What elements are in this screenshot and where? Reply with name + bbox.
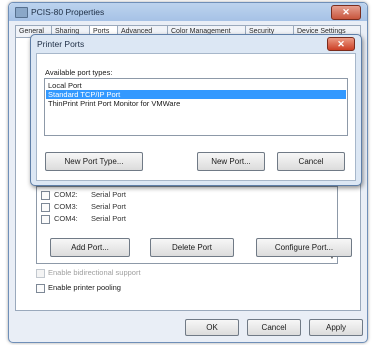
printer-icon (15, 7, 28, 18)
port-checkbox[interactable] (41, 215, 50, 224)
new-port-type-button[interactable]: New Port Type... (45, 152, 143, 171)
delete-port-button[interactable]: Delete Port (150, 238, 234, 257)
port-name: COM3: (54, 202, 78, 211)
printer-ports-dialog: Printer Ports ✕ Available port types: Lo… (30, 34, 362, 186)
dialog-cancel-button[interactable]: Cancel (277, 152, 345, 171)
bidirectional-checkbox (36, 269, 45, 278)
cancel-button[interactable]: Cancel (247, 319, 301, 336)
apply-button[interactable]: Apply (309, 319, 363, 336)
port-name: COM4: (54, 214, 78, 223)
add-port-button[interactable]: Add Port... (50, 238, 130, 257)
configure-port-button[interactable]: Configure Port... (256, 238, 352, 257)
pooling-label: Enable printer pooling (48, 283, 121, 292)
port-checkbox[interactable] (41, 203, 50, 212)
window-title: PCIS-80 Properties (31, 7, 105, 17)
port-description: Serial Port (91, 190, 127, 199)
list-item[interactable]: Local Port (46, 81, 346, 90)
dialog-title: Printer Ports (37, 39, 85, 49)
dialog-body: Available port types: Local Port Standar… (36, 53, 356, 181)
port-description: Serial Port (91, 214, 127, 223)
port-types-label: Available port types: (45, 68, 113, 77)
port-name: COM2: (54, 190, 78, 199)
window-titlebar[interactable]: PCIS-80 Properties ✕ (9, 3, 367, 21)
list-item[interactable]: ThinPrint Print Port Monitor for VMWare (46, 99, 346, 108)
new-port-button[interactable]: New Port... (197, 152, 265, 171)
pooling-checkbox[interactable] (36, 284, 45, 293)
list-item[interactable]: Standard TCP/IP Port (46, 90, 346, 99)
dialog-close-button[interactable]: ✕ (327, 37, 355, 51)
bidirectional-label: Enable bidirectional support (48, 268, 141, 277)
window-close-button[interactable]: ✕ (331, 5, 361, 20)
port-checkbox[interactable] (41, 191, 50, 200)
ok-button[interactable]: OK (185, 319, 239, 336)
port-description: Serial Port (91, 202, 127, 211)
port-type-list[interactable]: Local Port Standard TCP/IP Port ThinPrin… (44, 78, 348, 136)
